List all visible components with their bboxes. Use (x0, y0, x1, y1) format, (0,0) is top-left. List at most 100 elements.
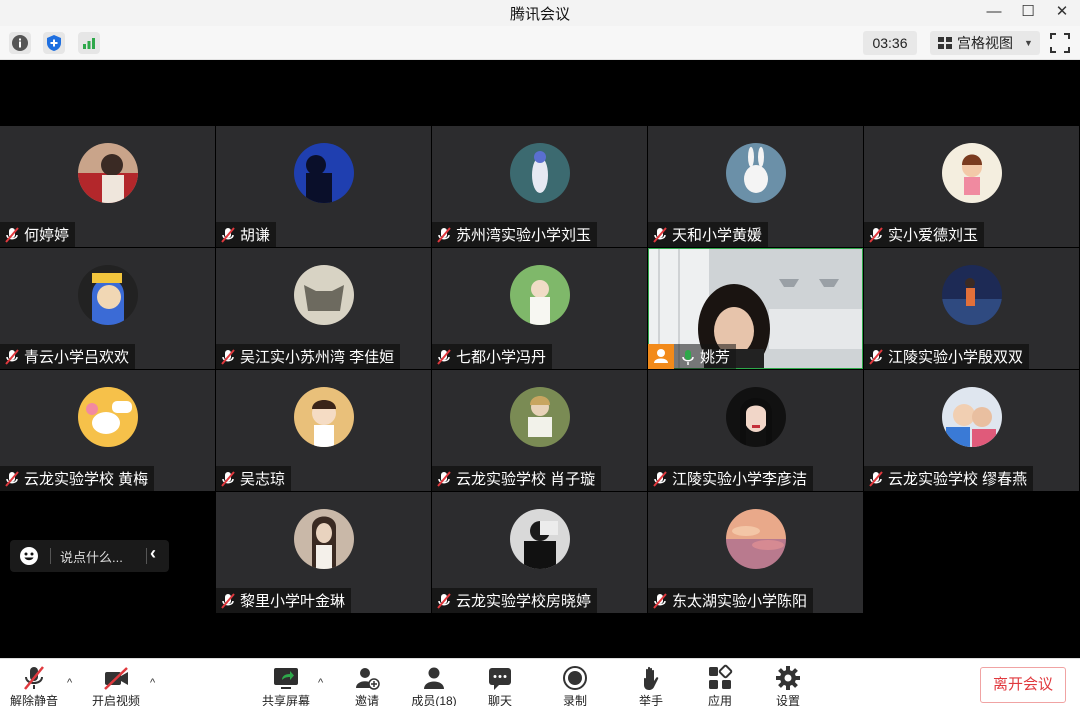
participant-tile[interactable]: 黎里小学叶金琳 (216, 492, 431, 613)
meeting-toolbar: 03:36 宫格视图 ▼ (0, 26, 1080, 60)
avatar (726, 509, 786, 569)
invite-button[interactable]: 邀请 (337, 659, 397, 706)
minimize-button[interactable]: — (977, 0, 1011, 26)
view-mode-label: 宫格视图 (957, 35, 1013, 51)
participant-tile[interactable]: 青云小学吕欢欢 (0, 248, 215, 369)
participant-tile[interactable]: 苏州湾实验小学刘玉 (432, 126, 647, 247)
mic-muted-icon (652, 592, 668, 610)
participant-tile[interactable]: 实小爱德刘玉 (864, 126, 1079, 247)
chat-quick-input[interactable]: 说点什么... ‹ (10, 540, 169, 572)
participant-tile-active-speaker[interactable]: 姚芳 (648, 248, 863, 369)
participant-name: 云龙实验学校 缪春燕 (888, 471, 1028, 488)
participant-namebar: 苏州湾实验小学刘玉 (432, 222, 598, 247)
participant-tile[interactable]: 云龙实验学校房晓婷 (432, 492, 647, 613)
info-icon[interactable] (9, 32, 31, 54)
avatar (78, 387, 138, 447)
avatar (942, 143, 1002, 203)
avatar (510, 143, 570, 203)
chat-button[interactable]: 聊天 (470, 659, 530, 706)
participant-name: 云龙实验学校房晓婷 (456, 593, 592, 610)
share-screen-label: 共享屏幕 (261, 694, 310, 706)
close-button[interactable]: ✕ (1045, 0, 1079, 26)
record-label: 录制 (562, 694, 587, 706)
mic-muted-icon (20, 664, 48, 692)
members-button[interactable]: 成员(18) (404, 659, 464, 706)
members-icon (420, 664, 448, 692)
apps-button[interactable]: 应用 (690, 659, 750, 706)
avatar (942, 265, 1002, 325)
participant-namebar: 江陵实验小学李彦洁 (648, 466, 814, 491)
chevron-left-icon[interactable]: ‹ (150, 543, 156, 564)
participant-tile[interactable]: 何婷婷 (0, 126, 215, 247)
fullscreen-icon[interactable] (1050, 33, 1070, 53)
avatar (294, 387, 354, 447)
mic-muted-icon (436, 470, 452, 488)
chevron-up-icon[interactable]: ^ (67, 677, 72, 689)
gear-icon (774, 664, 802, 692)
meeting-timer: 03:36 (863, 31, 917, 55)
participant-namebar: 姚芳 (648, 344, 737, 369)
participant-name: 吴江实小苏州湾 李佳姮 (240, 349, 395, 366)
chevron-up-icon[interactable]: ^ (150, 677, 155, 689)
signal-strength-icon[interactable] (78, 32, 100, 54)
participant-name: 东太湖实验小学陈阳 (672, 593, 808, 610)
participant-tile[interactable]: 云龙实验学校 缪春燕 (864, 370, 1079, 491)
chat-placeholder[interactable]: 说点什么... (60, 547, 123, 566)
mic-muted-icon (652, 470, 668, 488)
participant-tile[interactable]: 江陵实验小学李彦洁 (648, 370, 863, 491)
participant-name: 胡谦 (240, 227, 271, 244)
participant-tile[interactable]: 云龙实验学校 肖子璇 (432, 370, 647, 491)
participant-tile[interactable]: 云龙实验学校 黄梅 (0, 370, 215, 491)
avatar (942, 387, 1002, 447)
avatar (294, 143, 354, 203)
participant-namebar: 云龙实验学校 缪春燕 (864, 466, 1034, 491)
participant-tile[interactable]: 七都小学冯丹 (432, 248, 647, 369)
avatar (726, 143, 786, 203)
mic-muted-icon (436, 226, 452, 244)
participant-name: 江陵实验小学殷双双 (888, 349, 1024, 366)
leave-meeting-button[interactable]: 离开会议 (980, 667, 1066, 703)
video-grid: 何婷婷 胡谦 苏州湾实验小学刘玉 天和小学黄媛 实小爱德刘玉 青云小学吕欢欢 吴… (0, 60, 1080, 658)
participant-name: 实小爱德刘玉 (888, 227, 979, 244)
start-video-label: 开启视频 (91, 694, 140, 706)
share-screen-icon (272, 664, 300, 692)
title-bar: 腾讯会议 — ☐ ✕ (0, 0, 1080, 26)
avatar (78, 265, 138, 325)
hand-icon (637, 664, 665, 692)
start-video-button[interactable]: 开启视频 (86, 659, 146, 706)
chevron-down-icon: ▼ (1024, 38, 1033, 48)
participant-tile[interactable]: 天和小学黄媛 (648, 126, 863, 247)
participant-tile[interactable]: 吴江实小苏州湾 李佳姮 (216, 248, 431, 369)
maximize-button[interactable]: ☐ (1011, 0, 1045, 26)
participant-namebar: 天和小学黄媛 (648, 222, 769, 247)
record-button[interactable]: 录制 (545, 659, 605, 706)
participant-namebar: 七都小学冯丹 (432, 344, 553, 369)
share-screen-button[interactable]: 共享屏幕 (256, 659, 316, 706)
view-mode-dropdown[interactable]: 宫格视图 ▼ (930, 31, 1040, 55)
unmute-button[interactable]: 解除静音 (4, 659, 64, 706)
avatar (78, 143, 138, 203)
settings-label: 设置 (775, 694, 800, 706)
raise-hand-button[interactable]: 举手 (621, 659, 681, 706)
participant-tile[interactable]: 胡谦 (216, 126, 431, 247)
meeting-controls: 解除静音 ^ 开启视频 ^ 共享屏幕 ^ 邀请 成员(18) 聊天 录制 举手 … (0, 658, 1080, 706)
participant-tile[interactable]: 东太湖实验小学陈阳 (648, 492, 863, 613)
divider (146, 548, 147, 564)
unmute-label: 解除静音 (9, 694, 58, 706)
emoji-icon[interactable] (20, 547, 38, 565)
add-user-icon (353, 664, 381, 692)
avatar (294, 509, 354, 569)
apps-grid-icon (706, 664, 734, 692)
avatar (510, 265, 570, 325)
security-shield-icon[interactable] (43, 32, 65, 54)
participant-namebar: 青云小学吕欢欢 (0, 344, 136, 369)
avatar (510, 509, 570, 569)
participant-tile[interactable]: 江陵实验小学殷双双 (864, 248, 1079, 369)
mic-muted-icon (220, 470, 236, 488)
divider (50, 548, 51, 564)
chevron-up-icon[interactable]: ^ (318, 677, 323, 689)
participant-tile[interactable]: 吴志琼 (216, 370, 431, 491)
participant-name: 黎里小学叶金琳 (240, 593, 346, 610)
mic-muted-icon (4, 470, 20, 488)
settings-button[interactable]: 设置 (758, 659, 818, 706)
